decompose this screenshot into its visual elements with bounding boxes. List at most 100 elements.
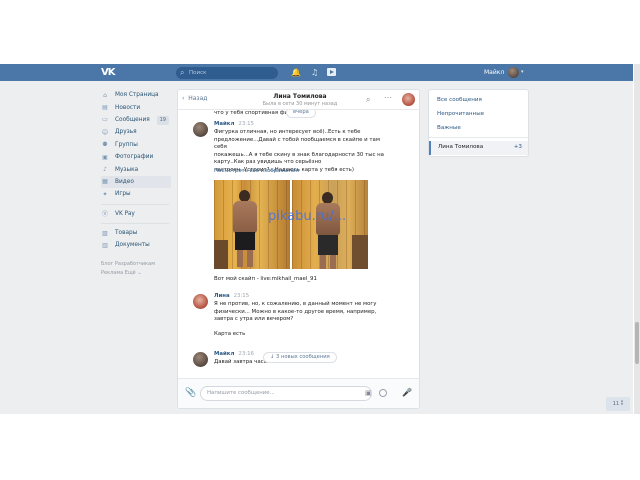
- nav-label: Друзья: [115, 129, 137, 136]
- camera-icon[interactable]: ▣: [365, 389, 372, 398]
- filter-important[interactable]: Важные: [437, 125, 461, 132]
- music-note-icon[interactable]: ♫: [311, 68, 318, 77]
- filter-unread[interactable]: Непрочитанные: [437, 111, 484, 118]
- person-shorts: [318, 235, 338, 255]
- sender-name[interactable]: Лина 23:15: [214, 293, 249, 300]
- photos-icon: ▣: [102, 153, 108, 161]
- user-name[interactable]: Майкл: [484, 68, 504, 77]
- news-icon: ▤: [102, 104, 108, 112]
- active-conversation[interactable]: Лина Томилова +3: [429, 141, 528, 155]
- chat-title[interactable]: Лина Томилова: [258, 93, 342, 100]
- message-time: 23:15: [238, 121, 254, 127]
- paperclip-icon[interactable]: 📎: [185, 388, 196, 398]
- nav-item-friends[interactable]: ☺ Друзья: [101, 126, 171, 138]
- home-icon: ⌂: [103, 91, 107, 99]
- nav-label: Документы: [115, 242, 150, 249]
- friends-icon: ☺: [101, 128, 109, 136]
- nav-item-photos[interactable]: ▣ Фотографии: [101, 151, 171, 163]
- nav-label: Фотографии: [115, 154, 154, 161]
- new-messages-label: 3 новых сообщения: [276, 354, 330, 360]
- top-bar: VK ⌕ Поиск 🔔 ♫ Майкл ▾: [0, 64, 633, 81]
- person-torso: [233, 201, 257, 233]
- sender-name-text: Майкл: [214, 121, 235, 127]
- vkpay-icon: Ⓥ: [101, 211, 108, 219]
- sender-name[interactable]: Майкл 23:15: [214, 121, 254, 128]
- person-leg: [237, 250, 243, 267]
- message-time: 23:16: [238, 351, 254, 357]
- scrollbar-thumb[interactable]: [635, 322, 639, 364]
- chat-status: Была в сети 30 минут назад: [262, 101, 338, 107]
- person-leg: [247, 250, 253, 267]
- message-item: Лина 23:15 Я не против, но, к сожалению, …: [178, 293, 418, 343]
- photo-caption: Вот мой скайп - live:mikhail_mael_91: [214, 276, 317, 282]
- nav-item-messages[interactable]: ▭ Сообщения 19: [101, 114, 171, 126]
- nav-footer-line1[interactable]: Блог Разработчикам: [101, 260, 171, 269]
- panel-divider: [429, 137, 528, 138]
- sender-avatar[interactable]: [193, 122, 208, 137]
- bell-icon[interactable]: 🔔: [291, 68, 301, 77]
- message-input[interactable]: Напишите сообщение... ▣: [200, 386, 387, 401]
- contact-avatar[interactable]: [402, 93, 415, 106]
- nav-item-documents[interactable]: ▥ Документы: [101, 239, 171, 251]
- user-avatar[interactable]: [508, 67, 519, 78]
- nav-label: Товары: [115, 230, 138, 237]
- play-icon[interactable]: [327, 68, 336, 76]
- message-filters-panel: Все сообщения Непрочитанные Важные Лина …: [428, 89, 529, 157]
- message-text: Я не против, но, к сожалению, в данный м…: [214, 301, 377, 338]
- person-leg: [330, 255, 336, 269]
- nav-footer-line2[interactable]: Реклама Ещё ⌄: [101, 269, 171, 278]
- microphone-icon[interactable]: 🎤: [402, 388, 412, 398]
- games-icon: ✦: [102, 190, 108, 198]
- chat-header: ‹ Назад Лина Томилова Была в сети 30 мин…: [178, 90, 419, 110]
- back-button[interactable]: ‹ Назад: [182, 95, 207, 103]
- nav-item-goods[interactable]: ▧ Товары: [101, 227, 171, 239]
- vk-page: VK ⌕ Поиск 🔔 ♫ Майкл ▾ ⌂ Моя Страница ▤ Но…: [0, 64, 633, 414]
- video-icon: ▦: [102, 178, 108, 186]
- nav-item-vkpay[interactable]: Ⓥ VK Pay: [101, 208, 171, 220]
- nav-label: Видео: [115, 178, 134, 185]
- groups-icon: ⚉: [102, 141, 108, 149]
- photo-attachments: pikabu.ru/...: [214, 180, 368, 269]
- nav-label: Игры: [115, 191, 131, 198]
- back-label: Назад: [188, 95, 208, 102]
- friends-online-counter[interactable]: 11 ⁑: [606, 397, 630, 411]
- nav-item-news[interactable]: ▤ Новости: [101, 101, 171, 113]
- view-all-images-link[interactable]: Посмотреть все изображения: [214, 168, 299, 175]
- screen: VK ⌕ Поиск 🔔 ♫ Майкл ▾ ⌂ Моя Страница ▤ Но…: [0, 0, 640, 480]
- photo-thumbnail[interactable]: [214, 180, 290, 269]
- sender-name-text: Лина: [214, 293, 230, 299]
- chevron-down-icon[interactable]: ▾: [521, 68, 524, 77]
- search-icon[interactable]: ⌕: [366, 95, 370, 104]
- photo-thumbnail[interactable]: [292, 180, 368, 269]
- more-icon[interactable]: ⋯: [384, 94, 392, 102]
- new-messages-pill[interactable]: ↓ 3 новых сообщения: [263, 352, 337, 363]
- search-box[interactable]: ⌕ Поиск: [176, 67, 278, 79]
- previous-message-text: что у тебя спортивная фиг: [214, 110, 291, 116]
- sender-name-text: Майкл: [214, 351, 235, 357]
- sender-avatar[interactable]: [193, 352, 208, 367]
- sender-name[interactable]: Майкл 23:16: [214, 351, 254, 358]
- messages-icon: ▭: [102, 116, 108, 124]
- nav-label: Моя Страница: [115, 92, 159, 99]
- message-composer: 📎 Напишите сообщение... ▣ 🎤: [178, 378, 419, 408]
- conversation-count: +3: [513, 144, 522, 150]
- bench: [214, 240, 228, 269]
- scrollbar[interactable]: [634, 64, 640, 414]
- message-time: 23:15: [233, 293, 250, 299]
- nav-item-games[interactable]: ✦ Игры: [101, 188, 171, 200]
- nav-item-my-page[interactable]: ⌂ Моя Страница: [101, 89, 171, 101]
- message-item: Майкл 23:15 Фигурка отличная, но интересу…: [178, 121, 418, 286]
- nav-item-groups[interactable]: ⚉ Группы: [101, 139, 171, 151]
- nav-item-music[interactable]: ♪ Музыка: [101, 163, 171, 175]
- nav-label: Сообщения: [115, 116, 150, 123]
- nav-divider: [101, 203, 169, 205]
- sender-avatar[interactable]: [193, 294, 208, 309]
- filter-all-messages[interactable]: Все сообщения: [437, 97, 482, 104]
- goods-icon: ▧: [102, 229, 108, 237]
- nav-item-video[interactable]: ▦ Видео: [101, 175, 171, 189]
- nav-label: Музыка: [115, 166, 139, 173]
- documents-icon: ▥: [102, 241, 108, 249]
- emoji-icon[interactable]: [379, 389, 387, 397]
- vk-logo[interactable]: VK: [101, 67, 119, 78]
